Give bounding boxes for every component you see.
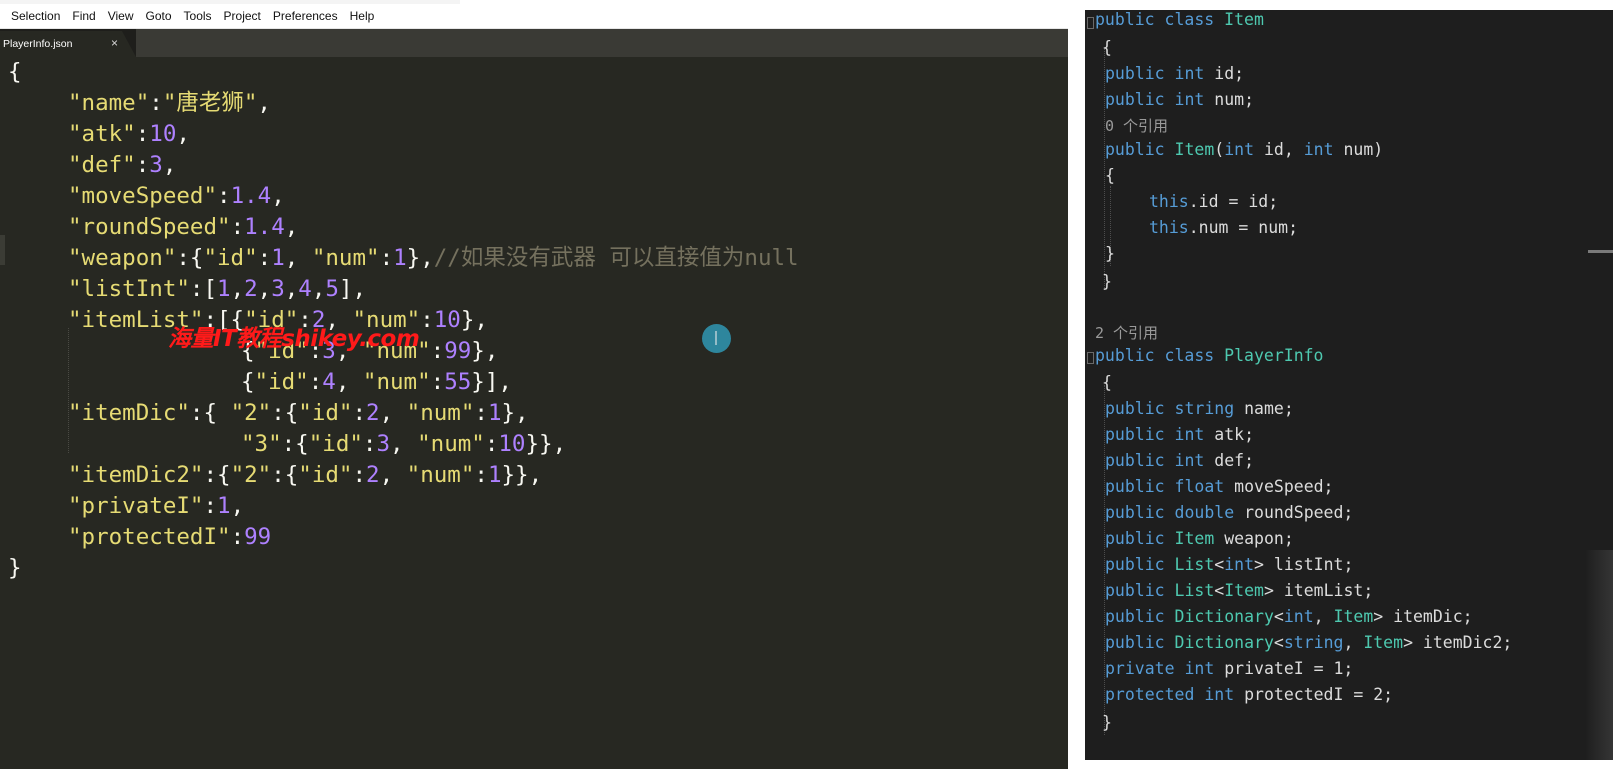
menu-bar: Selection Find View Goto Tools Project Prefere… xyxy=(0,0,1068,29)
reference-count[interactable]: 0 个引用 xyxy=(1105,113,1168,139)
cs-line-atk: public int atk; xyxy=(1105,425,1255,444)
fold-icon[interactable] xyxy=(1087,17,1094,29)
code-line-4: "def":3, xyxy=(68,152,177,178)
menu-item-preferences[interactable]: Preferences xyxy=(267,8,344,24)
cs-line-field-num: public int num; xyxy=(1105,90,1255,109)
code-line-12: "itemDic":{ "2":{"id":2, "num":1}, xyxy=(68,400,529,426)
menu-item-goto[interactable]: Goto xyxy=(140,8,178,24)
cs-line-assign-num: this.num = num; xyxy=(1149,218,1299,237)
code-line-11: {"id":4, "num":55}], xyxy=(241,369,512,395)
cs-line-itemlist: public List<Item> itemList; xyxy=(1105,581,1374,600)
menu-item-find[interactable]: Find xyxy=(66,8,101,24)
cs-line-def: public int def; xyxy=(1105,451,1255,470)
scroll-marker xyxy=(1588,250,1613,253)
cs-line-roundspeed: public double roundSpeed; xyxy=(1105,503,1354,522)
cs-line-itemdic: public Dictionary<int, Item> itemDic; xyxy=(1105,607,1473,626)
code-area[interactable]: { "name":"唐老狮", "atk":10, "def":3, "move… xyxy=(0,57,1068,769)
cs-line-brace: } xyxy=(1102,713,1112,732)
edge-shadow xyxy=(1585,550,1613,760)
code-line-3: "atk":10, xyxy=(68,121,190,147)
tab-playerinfo-json[interactable]: PlayerInfo.json × xyxy=(0,31,136,57)
menu-item-project[interactable]: Project xyxy=(218,8,267,24)
menu-item-selection[interactable]: Selection xyxy=(0,8,66,24)
code-line-14: "itemDic2":{"2":{"id":2, "num":1}}, xyxy=(68,462,543,488)
cs-line-field-id: public int id; xyxy=(1105,64,1245,83)
mouse-cursor-icon xyxy=(702,324,731,353)
cs-line-class-playerinfo: public class PlayerInfo xyxy=(1095,346,1324,365)
code-line-17: } xyxy=(8,555,22,581)
watermark-text: 海量IT教程shikey.com xyxy=(168,326,420,352)
cs-line-protectedi: protected int protectedI = 2; xyxy=(1105,685,1394,704)
cs-line-itemdic2: public Dictionary<string, Item> itemDic2… xyxy=(1105,633,1513,652)
code-line-8: "listInt":[1,2,3,4,5], xyxy=(68,276,367,302)
gutter-marker xyxy=(0,235,5,265)
code-line-13: "3":{"id":3, "num":10}}, xyxy=(241,431,567,457)
code-line-2: "name":"唐老狮", xyxy=(68,90,271,116)
cs-line-class-item: public class Item xyxy=(1095,10,1264,29)
code-line-5: "moveSpeed":1.4, xyxy=(68,183,285,209)
title-strip xyxy=(0,0,460,4)
cs-line-brace: { xyxy=(1105,166,1115,185)
panel-gap xyxy=(1068,0,1085,769)
cs-line-ctor: public Item(int id, int num) xyxy=(1105,140,1384,159)
cs-line-brace: { xyxy=(1102,38,1112,57)
menu-item-view[interactable]: View xyxy=(102,8,140,24)
code-line-6: "roundSpeed":1.4, xyxy=(68,214,299,240)
cs-line-brace: } xyxy=(1105,244,1115,263)
cs-line-brace: { xyxy=(1102,373,1112,392)
cs-line-name: public string name; xyxy=(1105,399,1294,418)
csharp-code-panel: public class Item { public int id; publi… xyxy=(1085,10,1613,760)
cs-line-weapon: public Item weapon; xyxy=(1105,529,1294,548)
code-line-1: { xyxy=(8,59,22,85)
cs-line-listint: public List<int> listInt; xyxy=(1105,555,1354,574)
fold-icon[interactable] xyxy=(1087,352,1094,364)
menu-item-tools[interactable]: Tools xyxy=(178,8,218,24)
code-comment: //如果没有武器 可以直接值为null xyxy=(433,245,799,271)
code-line-15: "privateI":1, xyxy=(68,493,245,519)
tab-label: PlayerInfo.json xyxy=(3,38,73,50)
indent-guide xyxy=(68,328,69,453)
cs-line-assign-id: this.id = id; xyxy=(1149,192,1279,211)
code-line-16: "protectedI":99 xyxy=(68,524,272,550)
cs-line-movespeed: public float moveSpeed; xyxy=(1105,477,1334,496)
tab-bar: PlayerInfo.json × xyxy=(0,29,1068,57)
json-editor-window: Selection Find View Goto Tools Project Prefere… xyxy=(0,0,1068,769)
cs-line-brace: } xyxy=(1102,272,1112,291)
tab-close-icon[interactable]: × xyxy=(111,36,118,50)
tab-strip xyxy=(136,29,1068,57)
cs-line-privatei: private int privateI = 1; xyxy=(1105,659,1354,678)
menu-item-help[interactable]: Help xyxy=(344,8,381,24)
code-line-7: "weapon":{"id":1, "num":1},//如果没有武器 可以直接… xyxy=(68,245,799,271)
